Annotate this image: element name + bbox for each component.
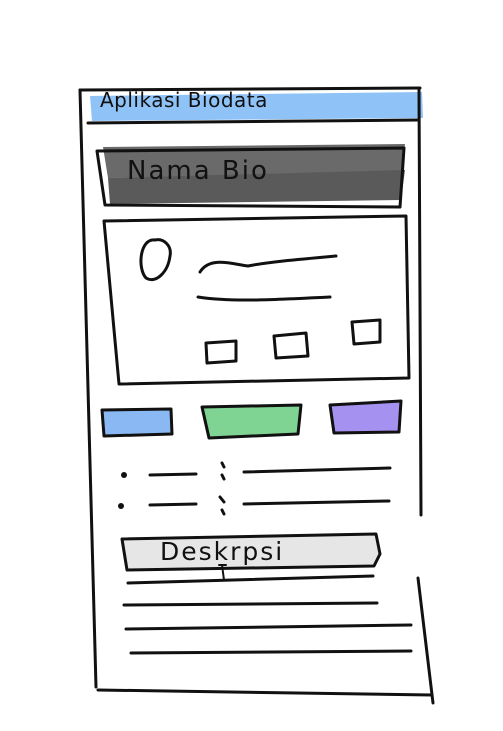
info-rows: [148, 461, 392, 516]
button-blue[interactable]: [102, 409, 172, 436]
info-bullets: [118, 472, 127, 509]
bio-lines: [196, 254, 338, 302]
description-lines: [122, 574, 413, 655]
app-title: Aplikasi Biodata: [100, 88, 268, 112]
description-input[interactable]: [122, 534, 380, 570]
social-icons: [204, 318, 382, 365]
avatar-placeholder: [139, 238, 172, 281]
button-green[interactable]: [202, 405, 301, 438]
button-purple[interactable]: [330, 401, 401, 433]
name-label: Nama Bio: [127, 156, 269, 186]
